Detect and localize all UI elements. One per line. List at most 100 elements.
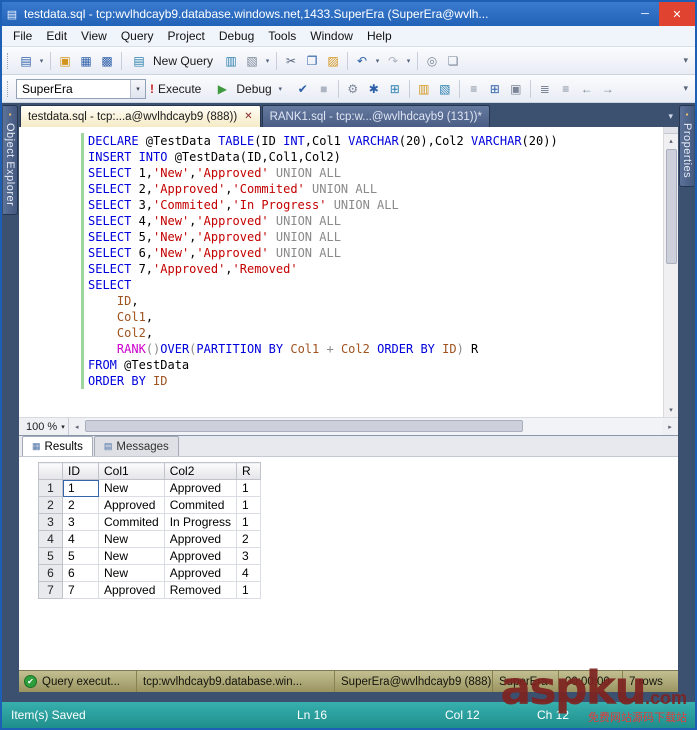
copy-icon[interactable]: ❐ <box>302 51 322 71</box>
grid-cell[interactable]: 1 <box>236 479 262 497</box>
grid-cell[interactable]: 2 <box>236 530 262 548</box>
new-file-dropdown-icon[interactable]: ▾ <box>37 57 46 65</box>
grid-cell[interactable]: 5 <box>62 547 99 565</box>
grid-cell[interactable]: Approved <box>163 530 238 548</box>
cancel-query-icon[interactable]: ■ <box>314 79 334 99</box>
menu-view[interactable]: View <box>74 27 114 45</box>
menu-tools[interactable]: Tools <box>261 27 303 45</box>
grid-cell[interactable]: Approved <box>163 547 238 565</box>
scroll-left-icon[interactable]: ◂ <box>69 418 85 435</box>
new-query-button[interactable]: ▤ New Query <box>126 49 220 73</box>
close-button[interactable]: ✕ <box>659 2 695 26</box>
grid-cell[interactable]: Approved <box>98 581 165 599</box>
grid-cell[interactable]: New <box>98 564 165 582</box>
grid-column-header[interactable]: ID <box>62 462 99 480</box>
toolbar-overflow-icon[interactable]: ▾ <box>683 55 691 66</box>
menu-window[interactable]: Window <box>303 27 360 45</box>
grid-row-header[interactable]: 4 <box>38 530 63 548</box>
code-line[interactable]: SELECT 3,'Commited','In Progress' UNION … <box>88 197 663 213</box>
results-to-grid-icon[interactable]: ⊞ <box>485 79 505 99</box>
tab-list-dropdown-icon[interactable]: ▾ <box>668 111 673 122</box>
hscroll-thumb[interactable] <box>84 420 524 432</box>
code-line[interactable]: SELECT 1,'New','Approved' UNION ALL <box>88 165 663 181</box>
decrease-indent-icon[interactable]: ← <box>577 79 597 99</box>
debug-button[interactable]: ▶ Debug ▾ <box>209 77 291 101</box>
grid-cell[interactable]: 3 <box>236 547 262 565</box>
grid-cell[interactable]: Removed <box>163 581 238 599</box>
code-line[interactable]: ORDER BY ID <box>88 373 663 389</box>
undo-icon[interactable]: ↶ <box>352 51 372 71</box>
parse-icon[interactable]: ✔ <box>293 79 313 99</box>
grid-cell[interactable]: In Progress <box>163 513 238 531</box>
grid-row-header[interactable]: 6 <box>38 564 63 582</box>
redo-icon[interactable]: ↷ <box>383 51 403 71</box>
cut-icon[interactable]: ✂ <box>281 51 301 71</box>
sidebar-tab-object-explorer[interactable]: ▪ Object Explorer <box>3 105 18 216</box>
comment-icon[interactable]: ≣ <box>535 79 555 99</box>
toolbar-grip[interactable] <box>7 52 10 69</box>
code-line[interactable]: FROM @TestData <box>88 357 663 373</box>
results-to-text-icon[interactable]: ≡ <box>464 79 484 99</box>
grid-cell[interactable]: Commited <box>98 513 165 531</box>
grid-column-header[interactable]: Col2 <box>163 462 238 480</box>
code-line[interactable]: RANK()OVER(PARTITION BY Col1 + Col2 ORDE… <box>88 341 663 357</box>
grid-cell[interactable]: New <box>98 530 165 548</box>
code-line[interactable]: SELECT 6,'New','Approved' UNION ALL <box>88 245 663 261</box>
minimize-button[interactable]: ─ <box>631 2 659 26</box>
grid-cell[interactable]: Commited <box>163 496 238 514</box>
include-actual-plan-icon[interactable]: ▥ <box>414 79 434 99</box>
save-all-icon[interactable]: ▩ <box>97 51 117 71</box>
code-area[interactable]: DECLARE @TestData TABLE(ID INT,Col1 VARC… <box>19 127 663 389</box>
grid-cell[interactable]: 6 <box>62 564 99 582</box>
menu-edit[interactable]: Edit <box>39 27 74 45</box>
tab-testdata-sql[interactable]: testdata.sql - tcp:...a@wvlhdcayb9 (888)… <box>20 105 261 127</box>
grid-cell[interactable]: 1 <box>62 479 99 497</box>
grid-cell[interactable]: 3 <box>62 513 99 531</box>
paste-icon[interactable]: ▨ <box>323 51 343 71</box>
tab-messages[interactable]: ▤ Messages <box>93 436 179 456</box>
combo-dropdown-icon[interactable]: ▾ <box>130 79 145 98</box>
editor-horizontal-scrollbar[interactable] <box>84 418 662 435</box>
grid-cell[interactable]: 7 <box>62 581 99 599</box>
menu-project[interactable]: Project <box>161 27 212 45</box>
code-line[interactable]: SELECT <box>88 277 663 293</box>
save-icon[interactable]: ▦ <box>76 51 96 71</box>
tab-close-icon[interactable]: ✕ <box>244 111 252 122</box>
toolbar-grip[interactable] <box>7 80 10 97</box>
code-pane[interactable]: DECLARE @TestData TABLE(ID INT,Col1 VARC… <box>19 127 663 417</box>
grid-column-header[interactable]: R <box>236 462 262 480</box>
grid-cell[interactable]: 4 <box>62 530 99 548</box>
menu-file[interactable]: File <box>6 27 39 45</box>
intellisense-icon[interactable]: ✱ <box>364 79 384 99</box>
tab-rank1-sql[interactable]: RANK1.sql - tcp:w...@wvlhdcayb9 (131))* <box>261 105 490 127</box>
editor-vertical-scrollbar[interactable]: ▴ ▾ <box>663 127 678 417</box>
find-icon[interactable]: ❏ <box>443 51 463 71</box>
code-line[interactable]: Col2, <box>88 325 663 341</box>
grid-column-header[interactable]: Col1 <box>98 462 165 480</box>
grid-corner[interactable] <box>38 462 63 480</box>
scroll-down-icon[interactable]: ▾ <box>664 403 678 417</box>
new-file-icon[interactable]: ▤ <box>16 51 36 71</box>
code-line[interactable]: DECLARE @TestData TABLE(ID INT,Col1 VARC… <box>88 133 663 149</box>
undo-dropdown-icon[interactable]: ▾ <box>373 57 382 65</box>
database-engine-query-icon[interactable]: ▥ <box>221 51 241 71</box>
increase-indent-icon[interactable]: → <box>598 79 618 99</box>
client-statistics-icon[interactable]: ▧ <box>435 79 455 99</box>
zoom-dropdown-icon[interactable]: ▾ <box>61 423 65 431</box>
grid-cell[interactable]: Approved <box>163 564 238 582</box>
grid-cell[interactable]: New <box>98 479 165 497</box>
code-line[interactable]: SELECT 2,'Approved','Commited' UNION ALL <box>88 181 663 197</box>
toolbar-overflow-icon[interactable]: ▾ <box>683 83 691 94</box>
analysis-service-query-icon[interactable]: ▧ <box>242 51 262 71</box>
query-type-dropdown-icon[interactable]: ▾ <box>263 57 272 65</box>
vscroll-thumb[interactable] <box>665 149 677 264</box>
query-options-icon[interactable]: ⚙ <box>343 79 363 99</box>
template-parameters-icon[interactable]: ⊞ <box>385 79 405 99</box>
grid-row-header[interactable]: 1 <box>38 479 63 497</box>
tab-results[interactable]: ▦ Results <box>22 436 93 456</box>
menu-help[interactable]: Help <box>360 27 399 45</box>
code-line[interactable]: SELECT 5,'New','Approved' UNION ALL <box>88 229 663 245</box>
grid-cell[interactable]: 4 <box>236 564 262 582</box>
sidebar-tab-properties[interactable]: ▪ Properties <box>679 105 694 188</box>
grid-row-header[interactable]: 7 <box>38 581 63 599</box>
